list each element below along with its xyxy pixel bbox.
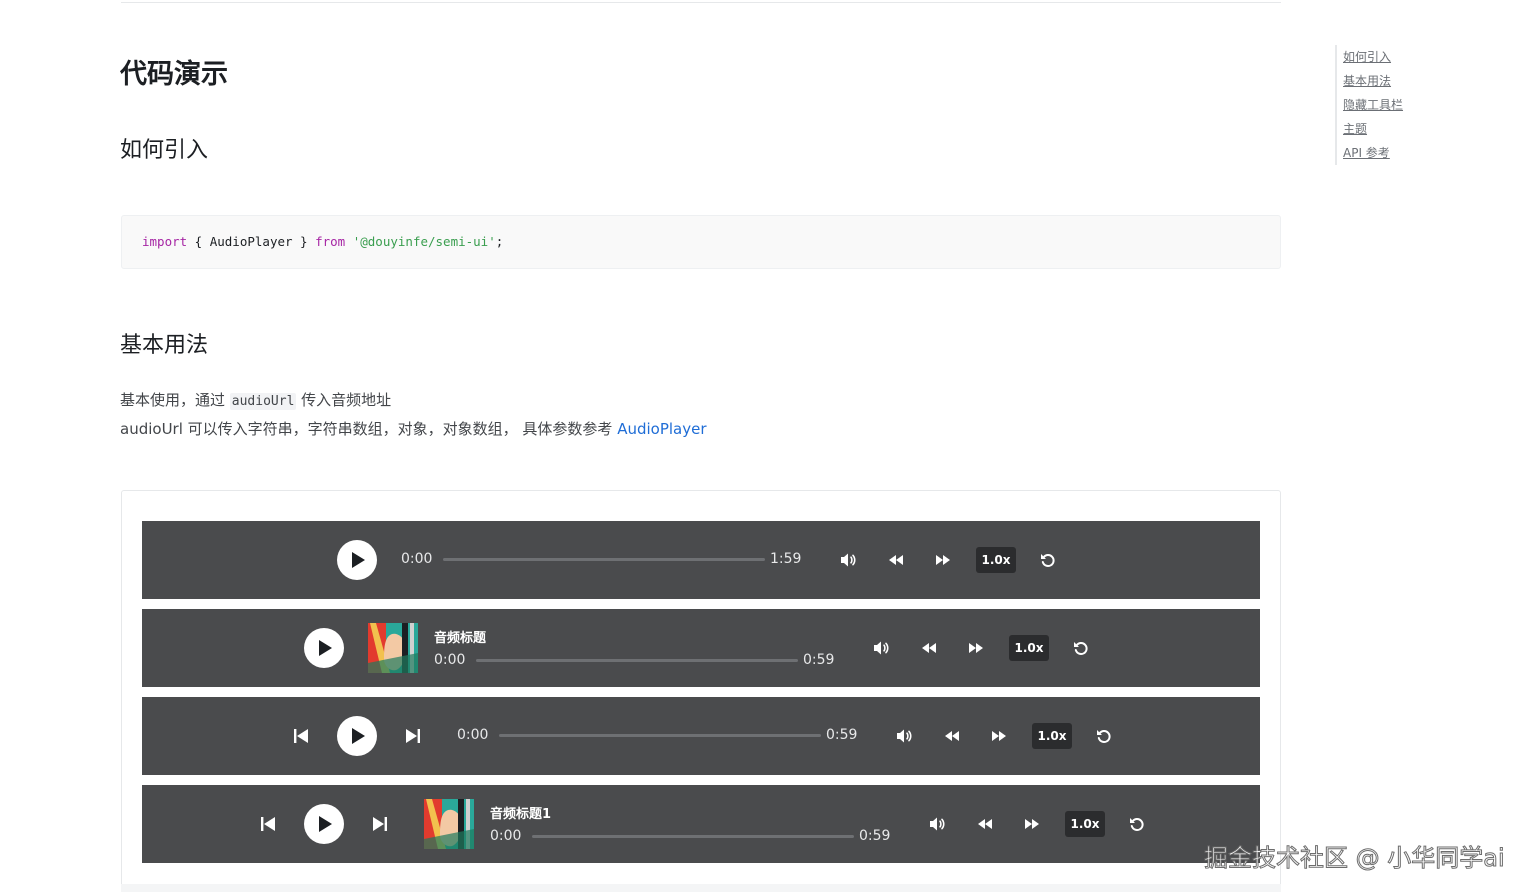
skip-previous-icon	[261, 817, 275, 831]
speed-button[interactable]: 1.0x	[1009, 635, 1049, 661]
rewind-icon	[922, 643, 936, 653]
current-time: 0:00	[490, 828, 522, 844]
description-line-1: 基本使用，通过 audioUrl 传入音频地址	[120, 389, 391, 410]
code-semicolon: ;	[495, 234, 504, 249]
refresh-button[interactable]	[1071, 638, 1091, 658]
rewind-button[interactable]	[975, 814, 995, 834]
album-cover	[368, 623, 418, 673]
fast-forward-icon	[969, 643, 983, 653]
table-of-contents: 如何引入 基本用法 隐藏工具栏 主题 API 参考	[1335, 45, 1403, 165]
rewind-icon	[889, 555, 903, 565]
previous-button[interactable]	[258, 814, 278, 834]
toc-item-import[interactable]: 如何引入	[1343, 45, 1403, 69]
volume-icon	[841, 553, 856, 567]
fast-forward-button[interactable]	[933, 550, 953, 570]
skip-next-icon	[406, 729, 420, 743]
rewind-icon	[978, 819, 992, 829]
demo-code-toggle-strip	[121, 884, 1281, 892]
duration: 0:59	[803, 652, 835, 668]
play-button[interactable]	[304, 628, 344, 668]
audio-player-2: 音频标题 0:00 0:59 1.0x	[142, 609, 1260, 687]
duration: 1:59	[770, 551, 802, 567]
current-time: 0:00	[401, 551, 433, 567]
refresh-icon	[1097, 730, 1111, 744]
desc-text: 基本使用，通过	[120, 391, 230, 409]
speed-button[interactable]: 1.0x	[1032, 723, 1072, 749]
duration: 0:59	[826, 727, 858, 743]
volume-icon	[897, 729, 912, 743]
audio-player-4: 音频标题1 0:00 0:59 1.0x	[142, 785, 1260, 863]
volume-button[interactable]	[927, 814, 947, 834]
fast-forward-button[interactable]	[1022, 814, 1042, 834]
fast-forward-icon	[1025, 819, 1039, 829]
code-line: import { AudioPlayer } from '@douyinfe/s…	[142, 234, 503, 249]
fast-forward-button[interactable]	[989, 726, 1009, 746]
toc-item-api[interactable]: API 参考	[1343, 141, 1403, 165]
album-cover	[424, 799, 474, 849]
progress-bar[interactable]	[443, 558, 765, 561]
audioplayer-link[interactable]: AudioPlayer	[617, 420, 706, 438]
progress-bar[interactable]	[532, 835, 854, 838]
refresh-icon	[1041, 554, 1055, 568]
watermark: 掘金技术社区 @ 小华同学ai	[1204, 844, 1506, 873]
duration: 0:59	[859, 828, 891, 844]
skip-next-icon	[373, 817, 387, 831]
code-string: '@douyinfe/semi-ui'	[352, 234, 496, 249]
volume-icon	[930, 817, 945, 831]
desc-text: audioUrl 可以传入字符串，字符串数组，对象，对象数组， 具体参数参考	[120, 420, 618, 438]
volume-button[interactable]	[838, 550, 858, 570]
code-block: import { AudioPlayer } from '@douyinfe/s…	[121, 215, 1281, 269]
page-title: 代码演示	[120, 59, 228, 90]
volume-icon	[874, 641, 889, 655]
toc-item-basic[interactable]: 基本用法	[1343, 69, 1403, 93]
skip-previous-icon	[294, 729, 308, 743]
refresh-button[interactable]	[1094, 726, 1114, 746]
play-button[interactable]	[304, 804, 344, 844]
section-heading-basic: 基本用法	[120, 333, 209, 358]
progress-bar[interactable]	[499, 734, 821, 737]
refresh-icon	[1074, 642, 1088, 656]
volume-button[interactable]	[894, 726, 914, 746]
refresh-icon	[1130, 818, 1144, 832]
speed-button[interactable]: 1.0x	[976, 547, 1016, 573]
play-button[interactable]	[337, 540, 377, 580]
rewind-button[interactable]	[942, 726, 962, 746]
audio-player-3: 0:00 0:59 1.0x	[142, 697, 1260, 775]
current-time: 0:00	[457, 727, 489, 743]
code-text: { AudioPlayer }	[187, 234, 316, 249]
desc-text: 传入音频地址	[296, 391, 392, 409]
speed-button[interactable]: 1.0x	[1065, 811, 1105, 837]
refresh-button[interactable]	[1038, 550, 1058, 570]
top-divider	[121, 2, 1281, 3]
progress-bar[interactable]	[476, 659, 798, 662]
rewind-button[interactable]	[886, 550, 906, 570]
toc-item-hide-toolbar[interactable]: 隐藏工具栏	[1343, 93, 1403, 117]
next-button[interactable]	[403, 726, 423, 746]
current-time: 0:00	[434, 652, 466, 668]
audio-title: 音频标题1	[490, 807, 552, 822]
code-keyword-import: import	[142, 234, 188, 249]
toc-item-theme[interactable]: 主题	[1343, 117, 1403, 141]
volume-button[interactable]	[871, 638, 891, 658]
play-button[interactable]	[337, 716, 377, 756]
inline-code-audiourl: audioUrl	[229, 393, 297, 410]
section-heading-import: 如何引入	[120, 138, 209, 163]
rewind-icon	[945, 731, 959, 741]
code-keyword-from: from	[315, 234, 346, 249]
fast-forward-button[interactable]	[966, 638, 986, 658]
fast-forward-icon	[936, 555, 950, 565]
fast-forward-icon	[992, 731, 1006, 741]
next-button[interactable]	[370, 814, 390, 834]
rewind-button[interactable]	[919, 638, 939, 658]
description-line-2: audioUrl 可以传入字符串，字符串数组，对象，对象数组， 具体参数参考 A…	[120, 418, 707, 439]
previous-button[interactable]	[291, 726, 311, 746]
audio-title: 音频标题	[434, 631, 487, 646]
refresh-button[interactable]	[1127, 814, 1147, 834]
audio-player-1: 0:00 1:59 1.0x	[142, 521, 1260, 599]
